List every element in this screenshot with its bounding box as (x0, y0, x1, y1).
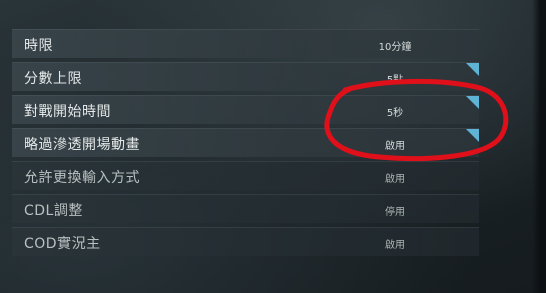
setting-row-cod-caster[interactable]: COD實況主 啟用 (12, 227, 479, 256)
setting-row-time-limit[interactable]: 時限 10分鐘 (12, 29, 479, 58)
setting-label: 分數上限 (24, 71, 82, 87)
modified-indicator-icon (466, 96, 479, 109)
setting-row-match-start-time[interactable]: 對戰開始時間 5秒 (12, 95, 479, 124)
setting-value[interactable]: 5點 (355, 71, 435, 86)
setting-label: CDL調整 (24, 203, 83, 219)
right-frame-edge (532, 0, 546, 293)
setting-label: 允許更換輸入方式 (24, 170, 140, 186)
game-settings-list: 時限 10分鐘 分數上限 5點 對戰開始時間 5秒 略過滲透開場動畫 啟用 允許… (12, 29, 479, 260)
setting-value[interactable]: 5秒 (355, 104, 435, 119)
setting-row-skip-infil-cinematic[interactable]: 略過滲透開場動畫 啟用 (12, 128, 479, 157)
setting-row-cdl-tuning[interactable]: CDL調整 停用 (12, 194, 479, 223)
setting-label: 略過滲透開場動畫 (24, 137, 140, 153)
setting-row-allow-input-switch[interactable]: 允許更換輸入方式 啟用 (12, 161, 479, 190)
setting-label: 時限 (24, 38, 53, 54)
modified-indicator-icon (466, 63, 479, 76)
setting-value[interactable]: 啟用 (355, 170, 435, 185)
setting-value[interactable]: 10分鐘 (355, 38, 435, 53)
setting-value[interactable]: 停用 (355, 203, 435, 218)
modified-indicator-icon (466, 129, 479, 142)
setting-row-score-limit[interactable]: 分數上限 5點 (12, 62, 479, 91)
setting-value[interactable]: 啟用 (355, 137, 435, 152)
setting-label: COD實況主 (24, 236, 101, 252)
setting-value[interactable]: 啟用 (355, 236, 435, 251)
setting-label: 對戰開始時間 (24, 104, 111, 120)
